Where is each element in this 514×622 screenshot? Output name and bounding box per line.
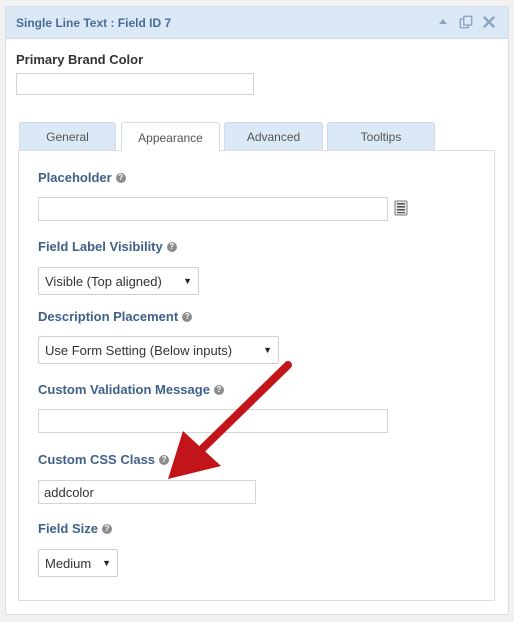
css-class-input[interactable]: addcolor — [38, 480, 256, 504]
merge-tag-icon[interactable] — [394, 200, 408, 216]
description-placement-select[interactable]: Use Form Setting (Below inputs) ▼ — [38, 336, 279, 364]
description-placement-label-text: Description Placement — [38, 309, 179, 324]
panel-header-icons — [436, 15, 496, 29]
description-placement-value: Use Form Setting (Below inputs) — [45, 342, 233, 358]
css-class-label-text: Custom CSS Class — [38, 452, 156, 467]
field-size-label-text: Field Size — [38, 521, 98, 536]
chevron-down-icon: ▼ — [183, 276, 192, 286]
help-icon[interactable]: ? — [182, 311, 193, 322]
placeholder-input[interactable] — [38, 197, 388, 221]
label-visibility-setting-label: Field Label Visibility ? — [38, 239, 177, 254]
collapse-up-icon[interactable] — [436, 15, 450, 29]
panel-title: Single Line Text : Field ID 7 — [16, 15, 172, 30]
field-label: Primary Brand Color — [16, 52, 144, 67]
label-visibility-label-text: Field Label Visibility — [38, 239, 163, 254]
label-visibility-select[interactable]: Visible (Top aligned) ▼ — [38, 267, 199, 295]
tab-general[interactable]: General — [19, 122, 116, 151]
close-icon[interactable] — [482, 15, 496, 29]
validation-message-label-text: Custom Validation Message — [38, 382, 210, 397]
duplicate-icon[interactable] — [459, 15, 473, 29]
field-settings-panel: Single Line Text : Field ID 7 Primary Br… — [5, 6, 509, 615]
chevron-down-icon: ▼ — [263, 345, 272, 355]
label-visibility-value: Visible (Top aligned) — [45, 273, 162, 289]
placeholder-setting-label: Placeholder ? — [38, 170, 126, 185]
help-icon[interactable]: ? — [213, 384, 224, 395]
validation-message-input[interactable] — [38, 409, 388, 433]
field-size-value: Medium — [45, 555, 92, 571]
css-class-setting-label: Custom CSS Class ? — [38, 452, 170, 467]
tab-advanced[interactable]: Advanced — [224, 122, 323, 151]
tab-appearance[interactable]: Appearance — [121, 122, 220, 152]
field-label-input[interactable] — [16, 73, 254, 95]
help-icon[interactable]: ? — [166, 241, 177, 252]
description-placement-setting-label: Description Placement ? — [38, 309, 193, 324]
validation-message-setting-label: Custom Validation Message ? — [38, 382, 224, 397]
field-size-select[interactable]: Medium ▼ — [38, 549, 118, 577]
tab-tooltips[interactable]: Tooltips — [327, 122, 435, 151]
field-size-setting-label: Field Size ? — [38, 521, 112, 536]
help-icon[interactable]: ? — [115, 172, 126, 183]
help-icon[interactable]: ? — [101, 523, 112, 534]
chevron-down-icon: ▼ — [102, 558, 111, 568]
placeholder-label-text: Placeholder — [38, 170, 112, 185]
panel-header: Single Line Text : Field ID 7 — [6, 7, 508, 39]
help-icon[interactable]: ? — [159, 454, 170, 465]
